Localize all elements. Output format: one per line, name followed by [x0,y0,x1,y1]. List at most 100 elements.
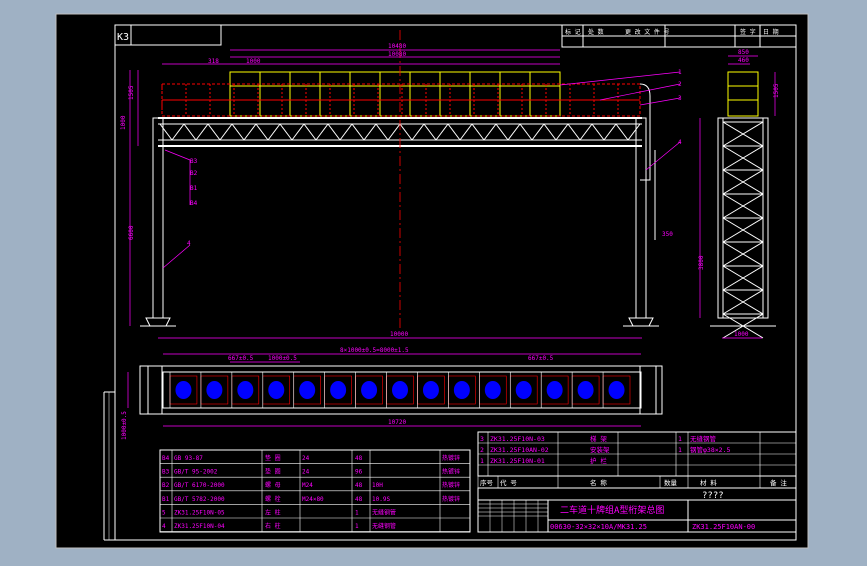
dim-column-height: 6600 [128,225,135,240]
side-dim-column: 3800 [698,255,705,270]
bom-upper-cell: ZK31.25F10AN-02 [490,446,549,454]
bom-lower-cell: 左 柱 [265,508,281,516]
dim-span: 10000 [390,331,408,338]
bom-lower-cell: 热镀锌 [442,481,460,489]
bom-lower-cell: GB/T 5782-2000 [174,496,225,503]
bom-lower-cell: GB/T 6170-2000 [174,482,225,489]
dim-left-1: 1000 [120,115,127,130]
bom-lower-cell: 48 [355,482,363,489]
bom-header-cell: 序号 [480,478,494,487]
title-question: ???? [702,491,724,501]
plan-dim-overall: 10720 [388,419,406,426]
dim-left-0: 1505 [128,85,135,100]
bom-lower-cell: 96 [355,469,363,476]
plan-sign-mount [206,381,223,399]
plan-sign-mount [237,381,254,399]
dim-right-note: 350 [662,231,673,238]
plan-sign-mount [175,381,192,399]
bom-lower-cell: 48 [355,455,363,462]
plan-sign-mount [577,381,594,399]
bom-lower-cell: 5 [162,509,166,516]
bom-lower-cell: 24 [302,469,310,476]
bom-lower-cell: B2 [162,482,170,489]
bom-lower-cell: 热镀锌 [442,495,460,503]
rev-header-2: 更 改 文 件 号 [625,28,669,36]
bom-lower-cell: B3 [162,469,170,476]
bom-lower-cell: GB 93-87 [174,455,203,462]
drawing-sheet: K3 标 记 处 数 更 改 文 件 号 签 字 日 期 10480 10080… [0,0,867,562]
leader-b1: B1 [190,185,198,192]
rev-header-0: 标 记 [565,28,581,36]
bom-header-cell: 备 注 [770,478,787,487]
cad-viewport[interactable]: K3 标 记 处 数 更 改 文 件 号 签 字 日 期 10480 10080… [0,0,867,562]
plan-sign-mount [330,381,347,399]
bom-lower-cell: 24 [302,455,310,462]
bom-lower-cell: M24×80 [302,496,324,503]
bom-upper-cell: 1 [480,457,484,465]
bom-upper-cell: 1 [678,435,682,443]
side-dim-top-a: 850 [738,49,749,56]
plan-sign-mount [515,381,532,399]
leader-b4: B4 [190,200,198,207]
leader-b3: B3 [190,158,198,165]
plan-sign-mount [546,381,563,399]
dim-top-segment: 1000 [246,58,261,65]
bom-lower-cell: 10H [372,482,383,489]
bom-lower-cell: 无缝钢管 [372,522,396,530]
rev-header-4: 日 期 [763,28,779,36]
plan-dim-left: 667±0.5 [228,355,254,362]
plan-sign-mount [484,381,501,399]
plan-dim-spacing: 8×1000±0.5=8000±1.5 [340,347,409,354]
bom-lower-cell: ZK31.25F10N-04 [174,523,225,530]
bom-header-cell: 代 号 [500,478,517,487]
bom-lower-cell: 10.9S [372,496,390,503]
leader-1: 1 [678,69,682,76]
bom-lower-cell: B1 [162,496,170,503]
bom-header-cell: 名 称 [590,478,607,487]
bom-upper-cell: 1 [678,446,682,454]
bom-upper-cell: 2 [480,446,484,454]
bom-upper-cell: 护 栏 [590,456,607,465]
bom-lower-cell: 热镀锌 [442,454,460,462]
side-dim-bottom: 1000 [734,331,749,338]
bom-lower-cell: GB/T 95-2002 [174,469,218,476]
bom-lower-cell: 48 [355,496,363,503]
bom-lower-cell: 1 [355,509,359,516]
bom-header-cell: 数量 [664,478,678,487]
plan-sign-mount [608,381,625,399]
rev-header-1: 处 数 [588,28,604,36]
plan-sign-mount [422,381,439,399]
title-drawing-no: ZK31.25F10AN-00 [692,523,755,531]
bom-lower-cell: 垫 圈 [265,468,281,476]
leader-4b: 4 [678,139,682,146]
bom-lower-cell: 热镀锌 [442,468,460,476]
leader-b2: B2 [190,170,198,177]
bom-lower-cell: 右 柱 [265,522,281,530]
bom-upper-cell: ZK31.25F10N-03 [490,435,545,443]
bom-upper-cell: 梯 架 [590,434,607,443]
bom-upper-cell: 3 [480,435,484,443]
leader-3: 3 [678,95,682,102]
bom-lower-cell: 无缝钢管 [372,508,396,516]
bom-lower-cell: ZK31.25F10N-05 [174,509,225,516]
leader-4: 4 [187,240,191,247]
sheet-code: K3 [117,32,129,43]
bom-header-cell: 材 料 [700,478,717,487]
plan-sign-mount [299,381,316,399]
dim-top-left: 318 [208,58,219,65]
bom-lower-cell: M24 [302,482,313,489]
dim-top-overall: 10480 [388,43,406,50]
bom-lower-cell: 螺 母 [265,481,281,489]
rev-header-3: 签 字 [740,28,756,36]
side-dim-top-b: 460 [738,57,749,64]
bom-lower-cell: 1 [355,523,359,530]
title-main: 二车道十牌组A型桁架总图 [560,504,664,516]
plan-sign-mount [268,381,285,399]
bom-lower-cell: 螺 栓 [265,495,281,503]
plan-dim-depth: 1000±0.5 [121,411,128,440]
bom-lower-cell: 垫 圈 [265,454,281,462]
bom-upper-cell: 钢管φ38×2.5 [690,445,730,454]
plan-sign-mount [453,381,470,399]
dim-top-inner: 10080 [388,51,406,58]
bom-lower-cell: B4 [162,455,170,462]
